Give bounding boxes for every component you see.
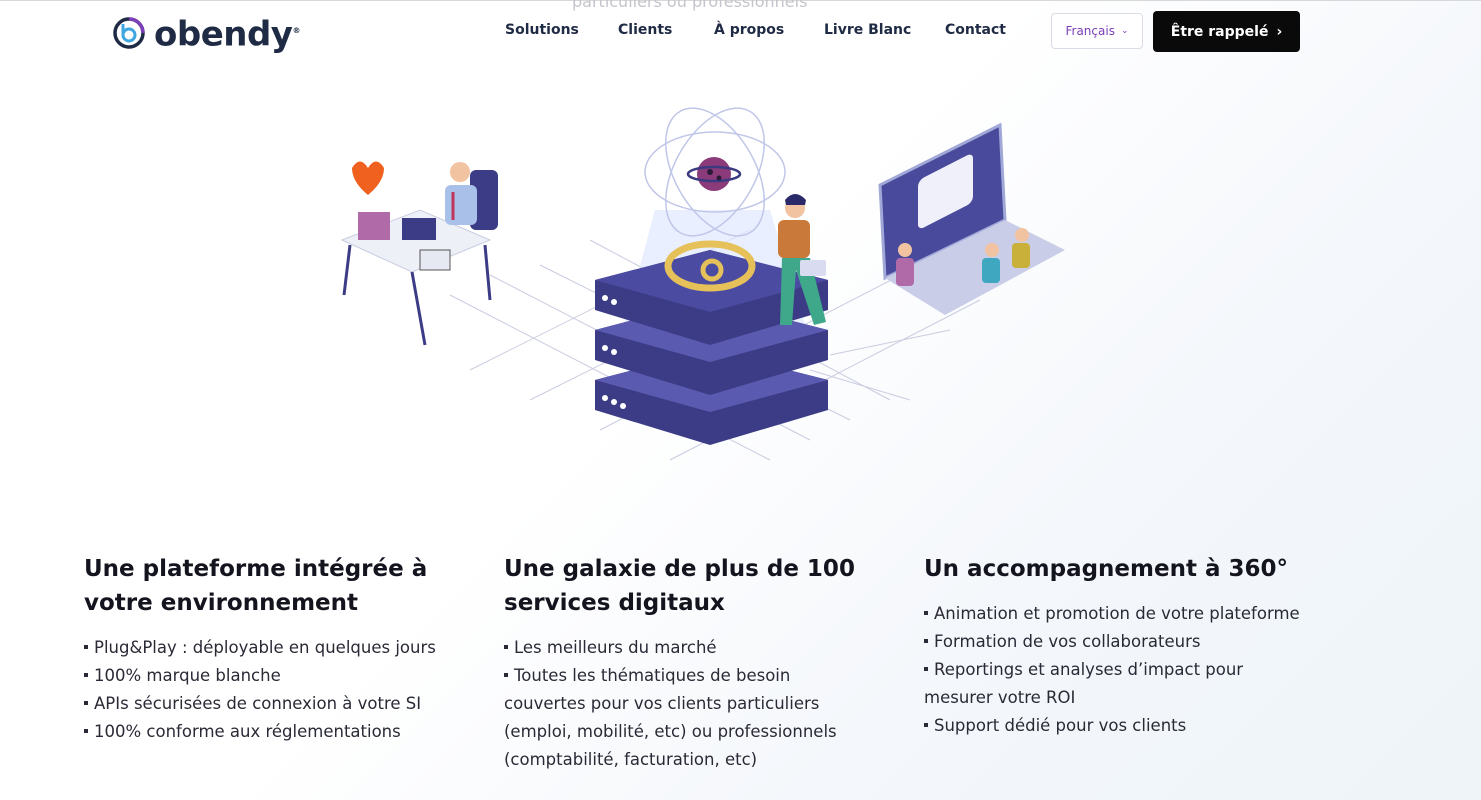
list-item: Support dédié pour vos clients bbox=[924, 712, 1304, 740]
feature-title: Une plateforme intégrée à votre environne… bbox=[84, 556, 428, 616]
list-item-continued: (comptabilité, facturation, etc) bbox=[504, 750, 758, 769]
laptop-users-icon bbox=[878, 122, 1065, 315]
feature-title: Une galaxie de plus de 100 services digit… bbox=[504, 556, 855, 616]
list-item: Toutes les thématiques de besoin bbox=[504, 662, 884, 690]
logo[interactable]: obendy® bbox=[112, 13, 300, 52]
list-item-continued: mesurer votre ROI bbox=[924, 688, 1076, 707]
list-item-continued: couvertes pour vos clients particuliers bbox=[504, 694, 820, 713]
chevron-right-icon: › bbox=[1276, 23, 1283, 40]
language-select[interactable]: Français ⌄ bbox=[1051, 13, 1143, 49]
nav-clients[interactable]: Clients bbox=[618, 22, 672, 38]
list-item: Les meilleurs du marché bbox=[504, 634, 884, 662]
callback-button[interactable]: Être rappelé › bbox=[1153, 11, 1300, 52]
nav-a-propos[interactable]: À propos bbox=[714, 22, 784, 38]
logo-text: obendy® bbox=[154, 14, 300, 55]
chevron-down-icon: ⌄ bbox=[1120, 26, 1129, 36]
list-item: APIs sécurisées de connexion à votre SI bbox=[84, 690, 464, 718]
callback-label: Être rappelé bbox=[1170, 23, 1269, 40]
desk-worker-icon bbox=[340, 161, 498, 346]
list-item: 100% conforme aux réglementations bbox=[84, 718, 464, 746]
site-header: obendy® Solutions Clients À propos Livre… bbox=[0, 0, 1481, 62]
list-item-continued: (emploi, mobilité, etc) ou professionnel… bbox=[504, 722, 837, 741]
nav-solutions[interactable]: Solutions bbox=[505, 22, 579, 38]
feature-column-support: Un accompagnement à 360° Animation et pr… bbox=[924, 552, 1304, 740]
feature-column-platform: Une plateforme intégrée à votre environne… bbox=[84, 552, 464, 746]
hero-illustration bbox=[340, 107, 1065, 461]
obendy-logo-icon bbox=[113, 16, 145, 49]
nav-livre-blanc[interactable]: Livre Blanc bbox=[824, 22, 911, 38]
list-item: Formation de vos collaborateurs bbox=[924, 628, 1304, 656]
list-item: Plug&Play : déployable en quelques jours bbox=[84, 634, 464, 662]
list-item: Reportings et analyses d’impact pour bbox=[924, 656, 1304, 684]
list-item: Animation et promotion de votre platefor… bbox=[924, 600, 1304, 628]
language-label: Français bbox=[1065, 24, 1115, 38]
nav-contact[interactable]: Contact bbox=[945, 22, 1006, 38]
list-item: 100% marque blanche bbox=[84, 662, 464, 690]
feature-title: Un accompagnement à 360° bbox=[924, 556, 1289, 582]
feature-column-galaxy: Une galaxie de plus de 100 services digit… bbox=[504, 552, 884, 774]
